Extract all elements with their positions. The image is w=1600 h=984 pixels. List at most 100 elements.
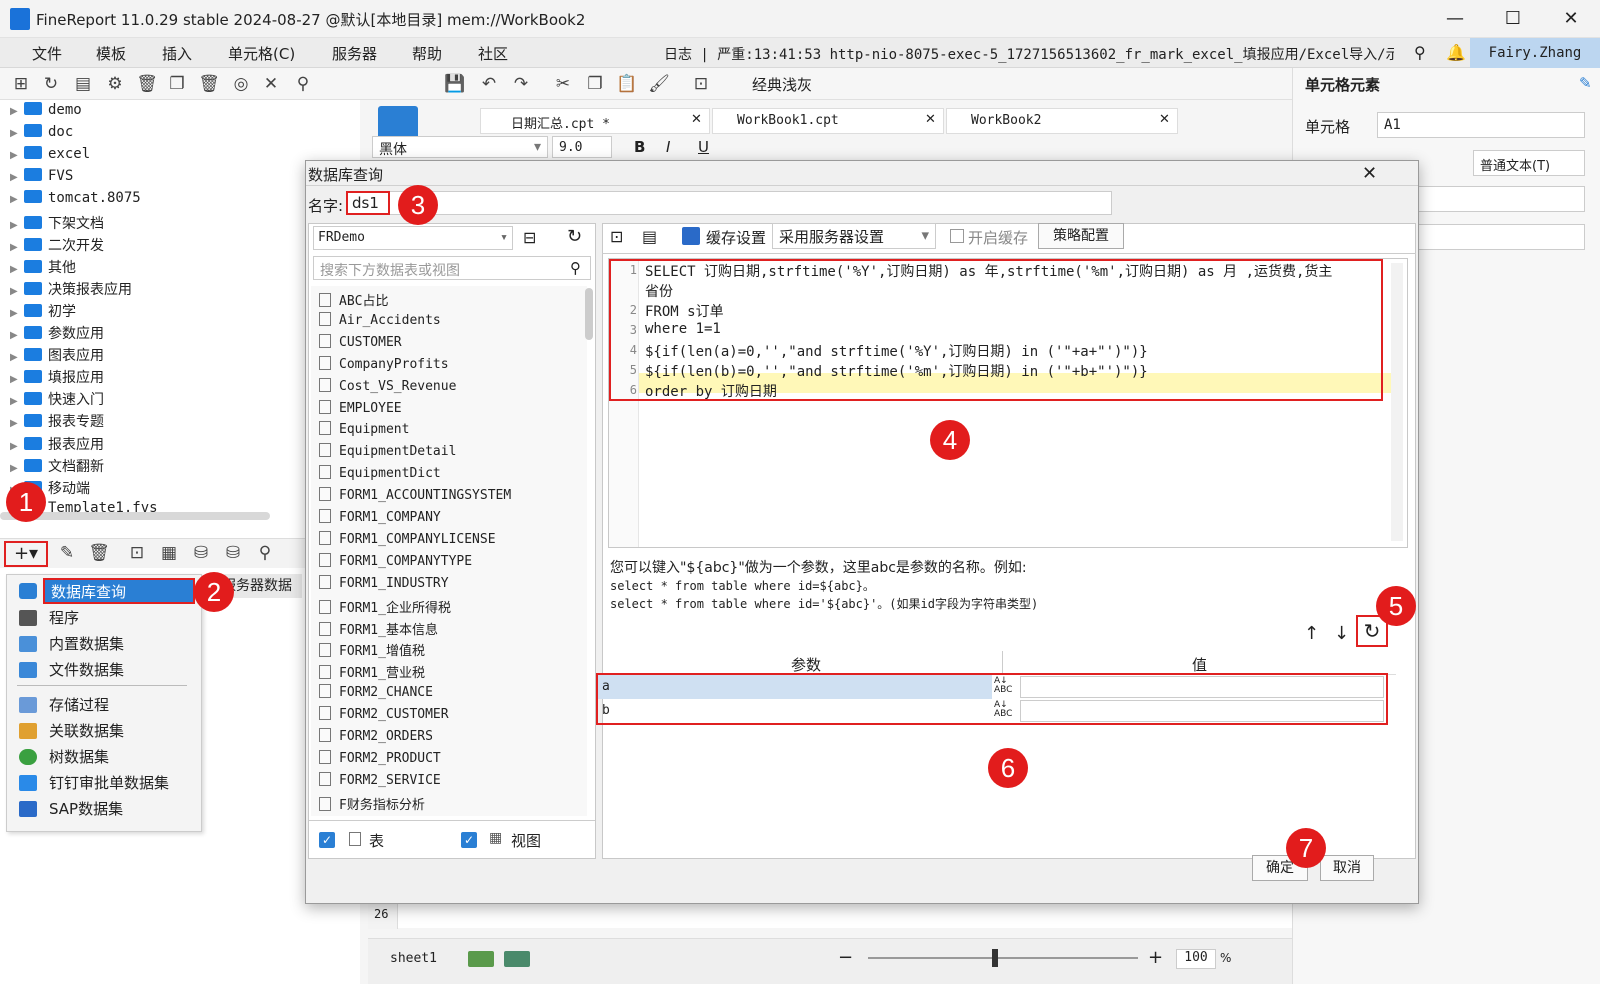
table-list-item[interactable]: ABC占比 — [319, 290, 388, 312]
tree-item[interactable]: ▶ 初学 — [10, 301, 76, 323]
tree-item[interactable]: ▶ demo — [10, 102, 82, 124]
settings-icon[interactable]: ⚙ — [104, 73, 126, 95]
table-list-item[interactable]: FORM1_COMPANY — [319, 509, 441, 531]
table-list-item[interactable]: FORM1_COMPANYTYPE — [319, 552, 472, 575]
refresh-icon[interactable]: ↻ — [567, 226, 582, 247]
redo-icon[interactable]: ↷ — [510, 73, 532, 95]
param-value-b[interactable] — [1020, 700, 1384, 722]
paste-icon[interactable]: 📋 — [616, 73, 638, 95]
tree-item[interactable]: ▶ 图表应用 — [10, 345, 104, 367]
menu-file[interactable]: 文件 — [32, 43, 62, 64]
cell-type-select[interactable]: 普通文本(T) — [1473, 150, 1585, 176]
connection-select[interactable]: FRDemo ▾ — [313, 226, 513, 250]
tree-item[interactable]: ▶ 决策报表应用 — [10, 279, 132, 301]
open-cache-checkbox[interactable] — [950, 229, 964, 243]
table-list-item[interactable]: FORM2_SERVICE — [319, 771, 441, 794]
type-abc-icon[interactable]: A↓ ABC — [994, 701, 1012, 719]
table-list-item[interactable]: EquipmentDetail — [319, 443, 456, 465]
classic-theme-label[interactable]: 经典浅灰 — [752, 74, 812, 95]
copy-icon[interactable]: ❐ — [166, 73, 188, 95]
minimize-button[interactable]: — — [1432, 6, 1478, 32]
italic-icon[interactable]: I — [666, 138, 670, 156]
collapse-icon[interactable]: ✕ — [260, 73, 282, 95]
menu-item-relation[interactable]: 关联数据集 — [19, 719, 124, 743]
tab-close-icon[interactable]: ✕ — [691, 112, 702, 127]
undo-icon[interactable]: ↶ — [478, 73, 500, 95]
menu-server[interactable]: 服务器 — [332, 43, 377, 64]
database-icon[interactable]: ⛁ — [190, 542, 212, 564]
menu-insert[interactable]: 插入 — [162, 43, 192, 64]
expand-arrow-icon[interactable]: ▶ — [10, 172, 24, 183]
expand-arrow-icon[interactable]: ▶ — [10, 194, 24, 205]
view-checkbox[interactable]: ✓ — [461, 832, 477, 848]
tab-workbook1[interactable]: WorkBook1.cpt ✕ — [712, 108, 944, 134]
delete-icon[interactable]: 🗑 — [88, 542, 110, 564]
zoom-in-icon[interactable]: + — [1148, 947, 1163, 968]
expand-arrow-icon[interactable]: ▶ — [10, 374, 24, 385]
locate-icon[interactable]: ◎ — [230, 73, 252, 95]
expand-arrow-icon[interactable]: ▶ — [10, 441, 24, 452]
expand-arrow-icon[interactable]: ▶ — [10, 264, 24, 275]
preview-icon[interactable]: ⊡ — [610, 227, 623, 246]
expand-arrow-icon[interactable]: ▶ — [10, 352, 24, 363]
preview-icon[interactable]: ⊡ — [690, 73, 712, 95]
tree-item[interactable]: ▶ doc — [10, 124, 73, 146]
props-field[interactable] — [1393, 224, 1585, 250]
move-down-icon[interactable]: ↓ — [1334, 623, 1349, 644]
search-icon[interactable]: ⚲ — [1414, 43, 1426, 62]
font-family-select[interactable]: 黑体 ▾ — [372, 136, 548, 158]
log-message[interactable]: 日志 | 严重:13:41:53 http-nio-8075-exec-5_17… — [664, 44, 1394, 64]
table-list-item[interactable]: FORM1_ACCOUNTINGSYSTEM — [319, 487, 511, 509]
tab-close-icon[interactable]: ✕ — [1159, 112, 1170, 127]
tree-item[interactable]: ▶ 填报应用 — [10, 367, 104, 389]
table-list-item[interactable]: Air_Accidents — [319, 311, 441, 334]
maximize-button[interactable]: ☐ — [1490, 6, 1536, 32]
search-icon[interactable]: ⚲ — [292, 73, 314, 95]
expand-arrow-icon[interactable]: ▶ — [10, 106, 24, 117]
table-list-item[interactable]: Cost_VS_Revenue — [319, 377, 456, 400]
tab-close-icon[interactable]: ✕ — [925, 112, 936, 127]
menu-community[interactable]: 社区 — [478, 43, 508, 64]
expand-arrow-icon[interactable]: ▶ — [10, 128, 24, 139]
table-list-item[interactable]: Equipment — [319, 421, 409, 443]
menu-help[interactable]: 帮助 — [412, 43, 442, 64]
menu-item-tree[interactable]: 树数据集 — [19, 745, 109, 769]
trash-icon[interactable]: 🗑 — [198, 73, 220, 95]
table-search-input[interactable]: 搜索下方数据表或视图 ⚲ — [313, 256, 591, 280]
delete-icon[interactable]: 🗑 — [136, 73, 158, 95]
move-up-icon[interactable]: ↑ — [1304, 623, 1319, 644]
save-icon[interactable]: 💾 — [444, 73, 466, 95]
table-list-item[interactable]: FORM1_INDUSTRY — [319, 574, 449, 597]
table-list-item[interactable]: FORM1_增值税 — [319, 640, 425, 662]
tree-item[interactable]: ▶ 其他 — [10, 257, 76, 279]
props-select[interactable] — [1393, 186, 1585, 212]
name-value[interactable]: ds1 — [346, 191, 390, 215]
tree-item[interactable]: ▶ 二次开发 — [10, 235, 104, 257]
name-field[interactable] — [348, 191, 1112, 215]
table-list-item[interactable]: FORM2_PRODUCT — [319, 749, 441, 772]
menu-item-program[interactable]: 程序 — [19, 606, 79, 630]
new-folder-icon[interactable]: ⊞ — [10, 73, 32, 95]
tree-item[interactable]: ▶ 报表专题 — [10, 411, 104, 433]
param-name-b[interactable]: b — [602, 703, 610, 718]
underline-icon[interactable]: U — [698, 138, 709, 156]
zoom-slider-thumb[interactable] — [992, 949, 998, 967]
param-name-a[interactable]: a — [602, 679, 610, 694]
bell-icon[interactable]: 🔔 — [1446, 43, 1466, 62]
zoom-out-icon[interactable]: − — [838, 947, 853, 968]
table-list-item[interactable]: FORM1_企业所得税 — [319, 597, 451, 619]
user-name[interactable]: Fairy.Zhang — [1470, 38, 1600, 68]
table-list-item[interactable]: F财务指标分析 — [319, 794, 425, 816]
expand-arrow-icon[interactable]: ▶ — [10, 330, 24, 341]
menu-item-dingtalk[interactable]: 钉钉审批单数据集 — [19, 771, 169, 795]
expand-arrow-icon[interactable]: ▶ — [10, 286, 24, 297]
cache-select[interactable]: 采用服务器设置 ▾ — [772, 223, 936, 249]
menu-item-builtin[interactable]: 内置数据集 — [19, 632, 124, 656]
table-list-item[interactable]: FORM1_COMPANYLICENSE — [319, 530, 496, 553]
cancel-button[interactable]: 取消 — [1320, 855, 1374, 881]
copy-icon[interactable]: ❐ — [584, 73, 606, 95]
table-list-item[interactable]: FORM1_基本信息 — [319, 619, 438, 641]
table-list-item[interactable]: CUSTOMER — [319, 333, 402, 356]
menu-item-db-query[interactable]: 数据库查询 — [43, 578, 195, 604]
tree-item[interactable]: ▶ 报表应用 — [10, 434, 104, 456]
